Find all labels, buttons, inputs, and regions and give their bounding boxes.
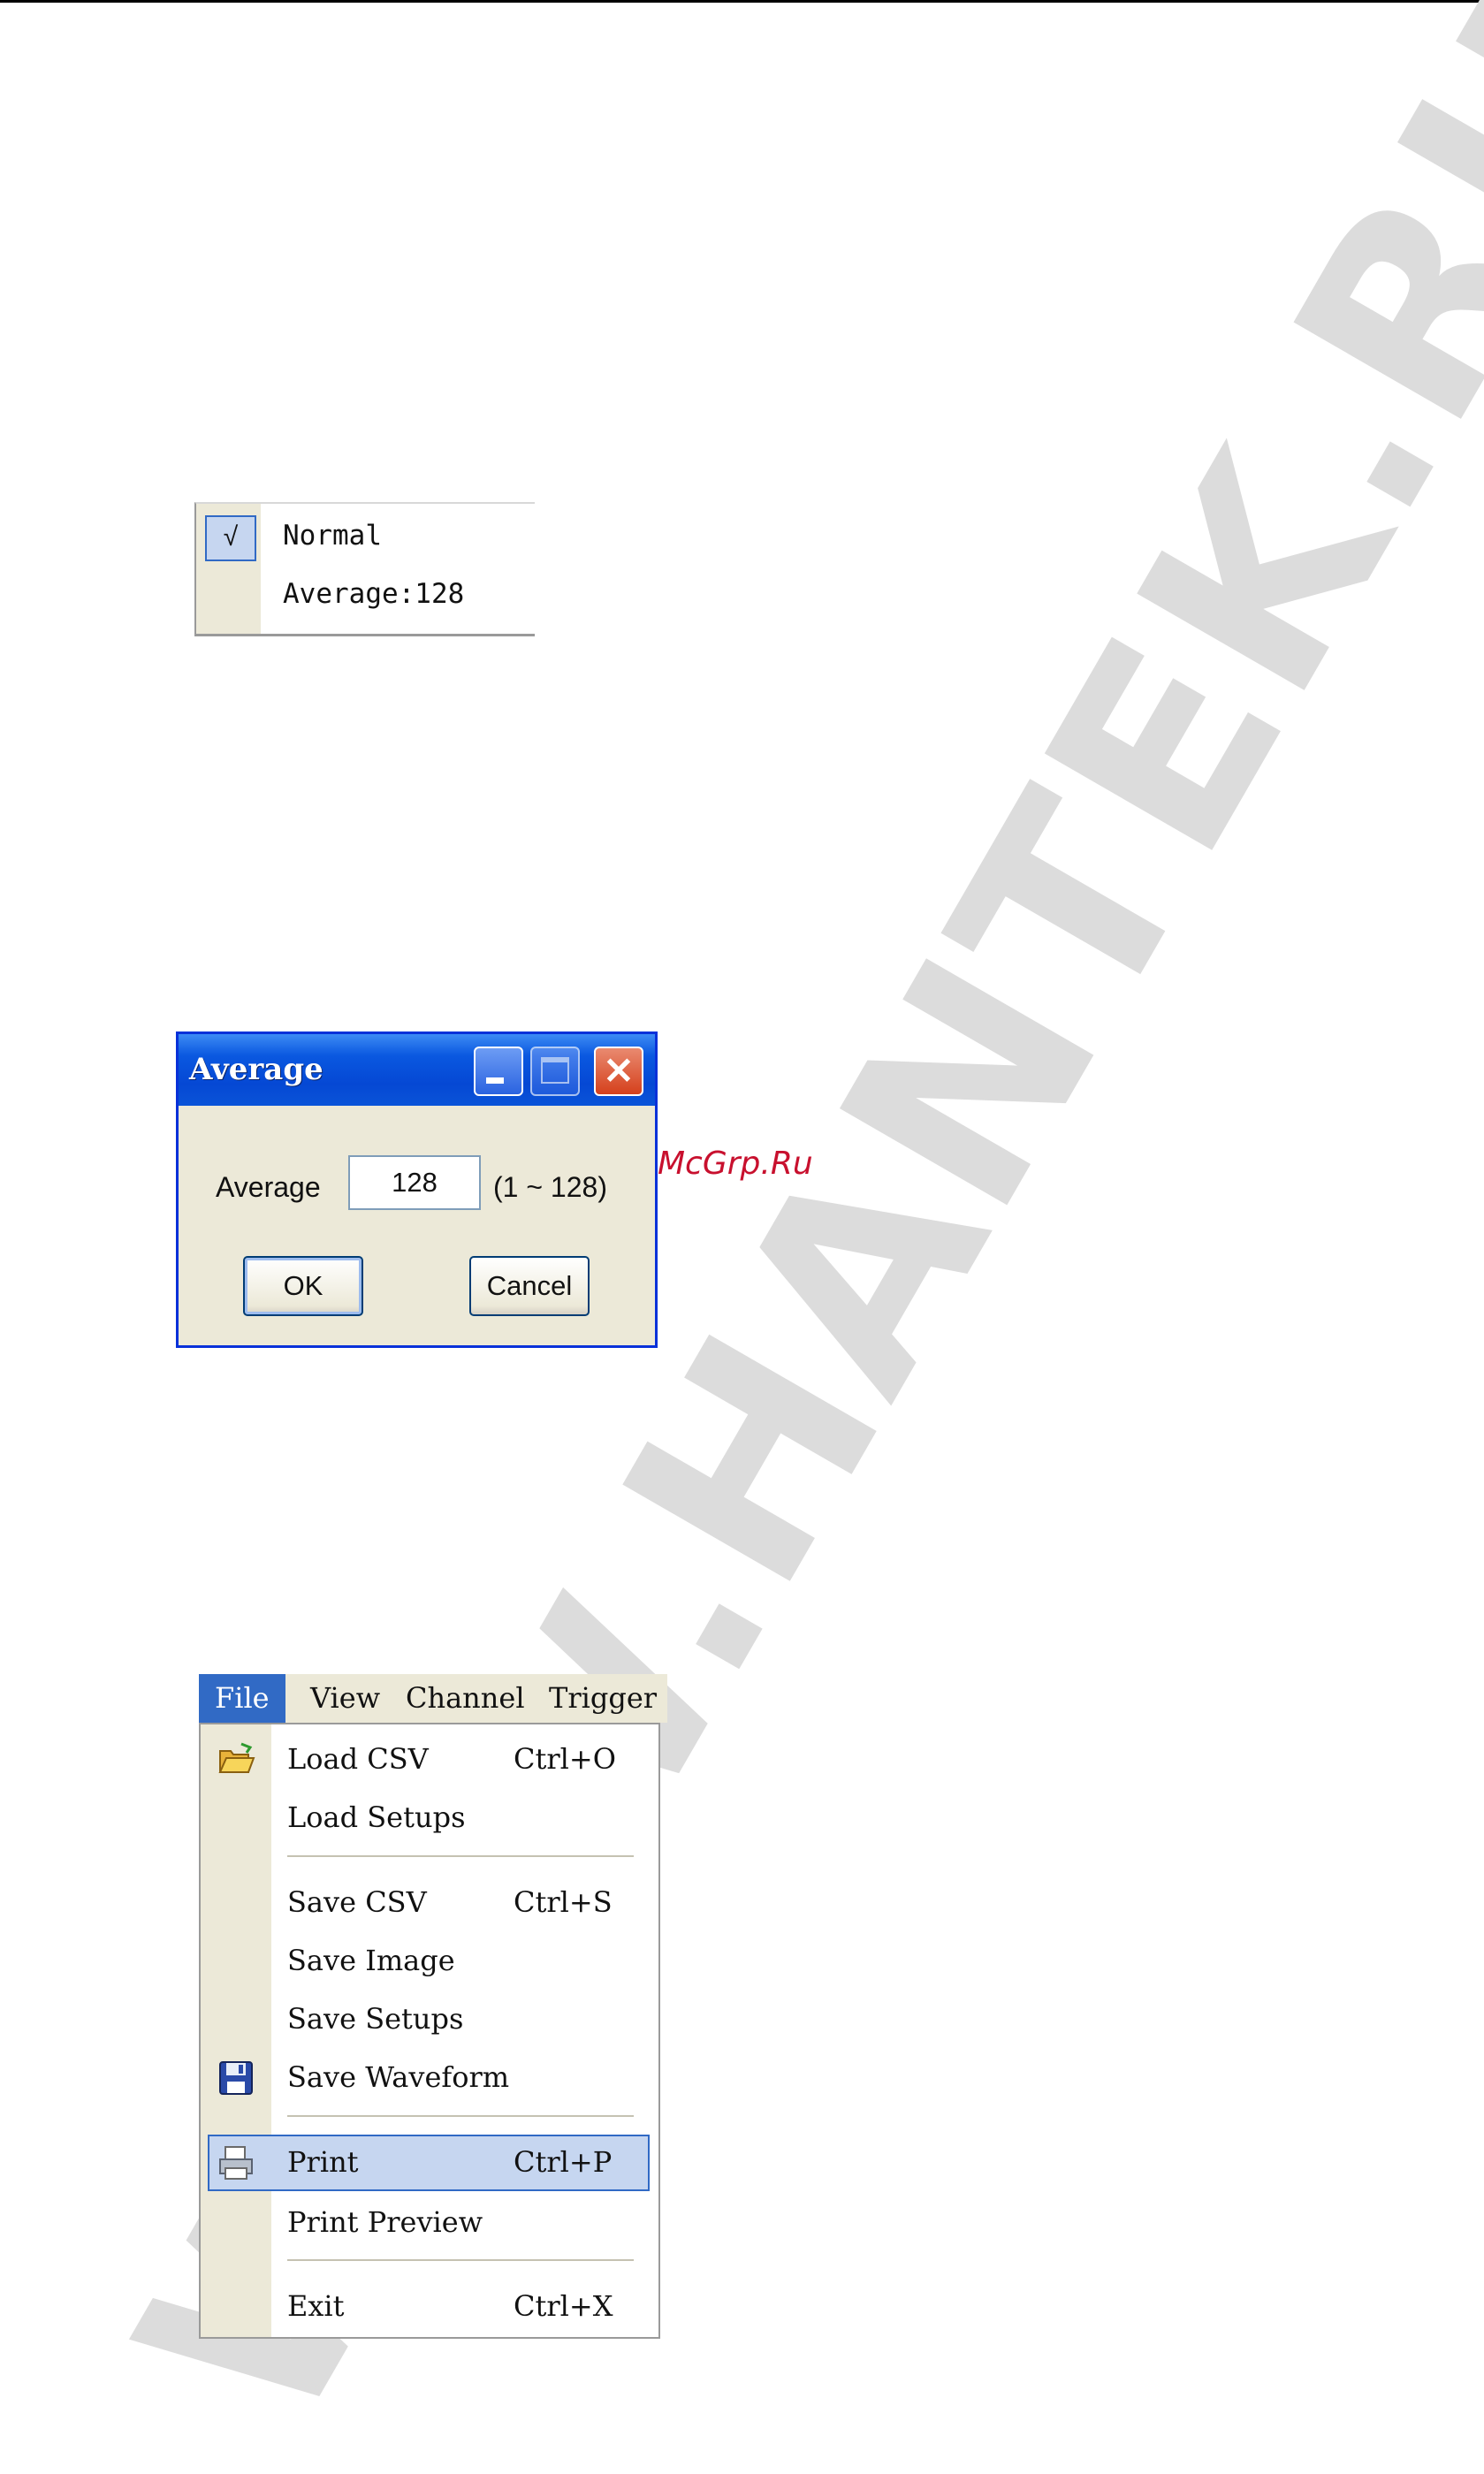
menu-item-label: Save Setups	[287, 2002, 464, 2036]
menu-item-shortcut: Ctrl+S	[514, 1885, 613, 1919]
menu-item-average[interactable]: Average:128	[196, 562, 535, 620]
menu-item-label: Print Preview	[287, 2205, 483, 2239]
menu-separator	[287, 2259, 634, 2261]
menu-view[interactable]: View	[310, 1681, 380, 1715]
average-input[interactable]	[348, 1155, 481, 1210]
cancel-button[interactable]: Cancel	[469, 1256, 590, 1316]
average-range-hint: (1 ~ 128)	[493, 1171, 607, 1203]
menu-item-label: Print	[287, 2145, 359, 2179]
menu-item-normal[interactable]: √ Normal	[196, 504, 535, 562]
average-field-label: Average	[216, 1171, 321, 1203]
menu-item-shortcut: Ctrl+X	[514, 2289, 613, 2323]
menu-item-exit[interactable]: Exit Ctrl+X	[201, 2279, 658, 2335]
folder-open-icon	[218, 1742, 255, 1773]
dialog-titlebar[interactable]: Average ✕	[179, 1034, 655, 1106]
menu-item-label: Save CSV	[287, 1885, 427, 1919]
minimize-icon[interactable]	[474, 1047, 523, 1096]
menu-channel[interactable]: Channel	[406, 1681, 525, 1715]
menu-item-save-setups[interactable]: Save Setups	[201, 1991, 658, 2048]
dialog-title: Average	[189, 1052, 323, 1087]
menu-item-label: Exit	[287, 2289, 345, 2323]
page-top-rule	[0, 0, 1484, 3]
average-dialog: Average ✕ Average (1 ~ 128) OK Cancel	[176, 1031, 658, 1348]
file-menu: Load CSV Ctrl+O Load Setups Save CSV Ctr…	[199, 1723, 660, 2339]
close-button[interactable]: ✕	[594, 1047, 643, 1096]
menu-trigger[interactable]: Trigger	[549, 1681, 657, 1715]
menu-item-load-csv[interactable]: Load CSV Ctrl+O	[201, 1732, 658, 1788]
menu-item-label: Load CSV	[287, 1742, 429, 1776]
menu-item-load-setups[interactable]: Load Setups	[201, 1790, 658, 1846]
floppy-disk-icon	[219, 2061, 253, 2095]
acquire-mode-menu: √ Normal Average:128	[194, 502, 535, 636]
menu-file[interactable]: File	[199, 1674, 285, 1723]
menu-item-shortcut: Ctrl+P	[514, 2145, 613, 2179]
menu-item-save-csv[interactable]: Save CSV Ctrl+S	[201, 1875, 658, 1931]
maximize-icon	[530, 1047, 580, 1096]
menu-item-shortcut: Ctrl+O	[514, 1742, 616, 1776]
menu-item-print-preview[interactable]: Print Preview	[201, 2195, 658, 2251]
menu-separator	[287, 2115, 634, 2117]
menu-item-label: Save Waveform	[287, 2060, 510, 2094]
menu-bar: File View Channel Trigger	[199, 1674, 667, 1723]
menu-separator	[287, 1855, 634, 1857]
close-icon: ✕	[603, 1050, 635, 1092]
mcgrp-badge: McGrp.Ru	[658, 1146, 813, 1182]
menu-item-save-image[interactable]: Save Image	[201, 1933, 658, 1990]
menu-item-label: Normal	[283, 520, 382, 552]
printer-icon	[219, 2146, 253, 2180]
ok-button[interactable]: OK	[243, 1256, 363, 1316]
checkmark-icon: √	[205, 515, 256, 561]
menu-item-print[interactable]: Print Ctrl+P	[208, 2135, 650, 2191]
menu-item-label: Average:128	[283, 578, 465, 610]
menu-item-label: Load Setups	[287, 1800, 466, 1834]
menu-item-label: Save Image	[287, 1944, 455, 1977]
menu-item-save-waveform[interactable]: Save Waveform	[201, 2050, 658, 2106]
